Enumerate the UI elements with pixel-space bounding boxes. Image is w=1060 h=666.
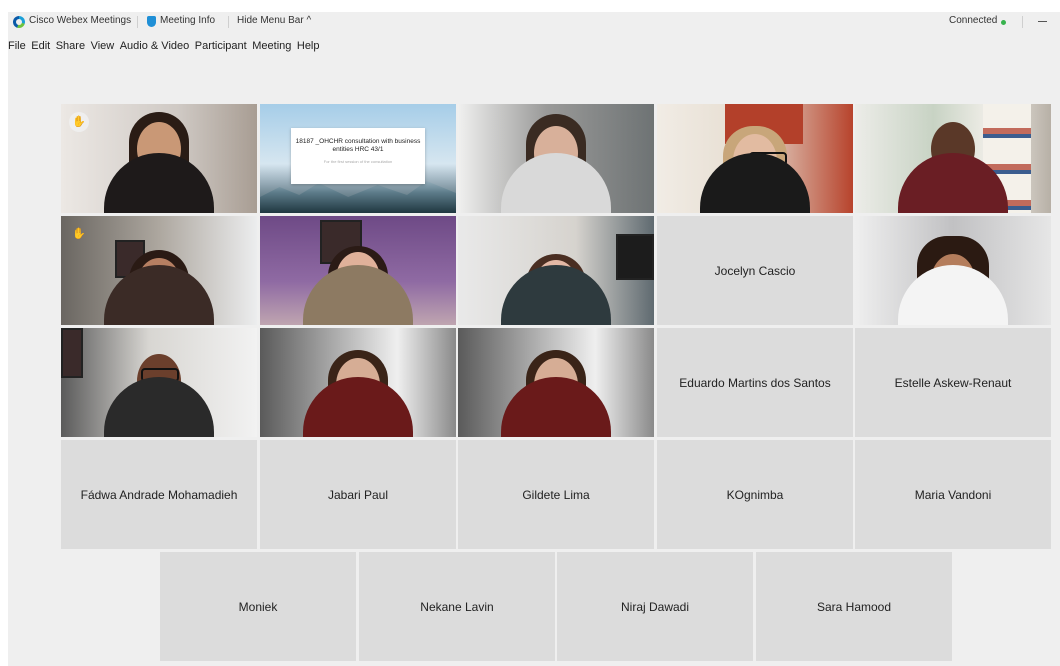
wall-picture xyxy=(61,328,83,378)
title-bar: Cisco Webex Meetings Meeting Info Hide M… xyxy=(8,12,1060,32)
connection-status: Connected xyxy=(949,15,998,26)
minimize-icon[interactable] xyxy=(1038,21,1047,22)
menu-audio-video[interactable]: Audio & Video xyxy=(120,40,190,52)
video-tile[interactable] xyxy=(260,328,456,437)
menu-share[interactable]: Share xyxy=(56,40,85,52)
participant-body xyxy=(303,265,413,325)
video-tile[interactable] xyxy=(61,328,257,437)
wall-poster xyxy=(616,234,654,280)
shield-icon[interactable] xyxy=(147,16,156,27)
title-separator xyxy=(1022,16,1023,28)
menu-file[interactable]: File xyxy=(8,40,26,52)
participant-name: Fádwa Andrade Mohamadieh xyxy=(80,487,238,502)
participant-tile[interactable]: Eduardo Martins dos Santos xyxy=(657,328,853,437)
menu-help[interactable]: Help xyxy=(297,40,320,52)
shared-content-tile[interactable]: 18187 _OHCHR consultation with business … xyxy=(260,104,456,213)
participant-tile[interactable]: Nekane Lavin xyxy=(359,552,555,661)
shared-slide-title: 18187 _OHCHR consultation with business … xyxy=(295,138,421,153)
participant-tile[interactable]: Estelle Askew-Renaut xyxy=(855,328,1051,437)
participant-tile[interactable]: Niraj Dawadi xyxy=(557,552,753,661)
participant-name: Eduardo Martins dos Santos xyxy=(679,375,831,390)
menu-participant[interactable]: Participant xyxy=(195,40,247,52)
participant-name: KOgnimba xyxy=(726,487,784,502)
video-tile[interactable] xyxy=(458,216,654,325)
raise-hand-icon: ✋ xyxy=(69,112,89,132)
app-title: Cisco Webex Meetings xyxy=(29,15,132,26)
participant-name: Gildete Lima xyxy=(522,487,590,502)
connection-indicator-icon xyxy=(1001,20,1006,25)
video-tile[interactable]: ✋ xyxy=(61,216,257,325)
participant-body xyxy=(303,377,413,437)
menu-bar: File Edit Share View Audio & Video Participan… xyxy=(8,40,325,56)
video-tile[interactable]: ✋ xyxy=(61,104,257,213)
shared-slide: 18187 _OHCHR consultation with business … xyxy=(291,128,425,184)
participant-tile[interactable]: Sara Hamood xyxy=(756,552,952,661)
raise-hand-icon: ✋ xyxy=(72,228,86,240)
shared-slide-subtitle: For the first session of the consultatio… xyxy=(323,159,393,164)
participant-name: Maria Vandoni xyxy=(914,487,992,502)
video-tile[interactable] xyxy=(458,104,654,213)
participant-name: Jabari Paul xyxy=(327,487,389,502)
video-tile[interactable] xyxy=(657,104,853,213)
title-separator xyxy=(228,16,229,28)
participant-body xyxy=(501,153,611,213)
participant-name: Sara Hamood xyxy=(816,599,892,614)
webex-logo-icon xyxy=(13,16,25,28)
participant-tile[interactable]: Jocelyn Cascio xyxy=(657,216,853,325)
participant-name: Moniek xyxy=(238,599,278,614)
participant-name: Estelle Askew-Renaut xyxy=(894,375,1012,390)
participant-body xyxy=(700,153,810,213)
participant-body xyxy=(104,377,214,437)
menu-meeting[interactable]: Meeting xyxy=(252,40,291,52)
participant-tile[interactable]: Gildete Lima xyxy=(458,440,654,549)
participant-tile[interactable]: Moniek xyxy=(160,552,356,661)
video-tile[interactable] xyxy=(855,104,1051,213)
menu-view[interactable]: View xyxy=(91,40,115,52)
participant-name: Nekane Lavin xyxy=(420,599,494,614)
participant-body xyxy=(104,153,214,213)
video-tile[interactable] xyxy=(855,216,1051,325)
participant-body xyxy=(501,377,611,437)
participant-tile[interactable]: Maria Vandoni xyxy=(855,440,1051,549)
participant-name: Niraj Dawadi xyxy=(620,599,690,614)
meeting-info-button[interactable]: Meeting Info xyxy=(160,15,215,26)
menu-edit[interactable]: Edit xyxy=(31,40,50,52)
participant-name: Jocelyn Cascio xyxy=(714,263,796,278)
participant-body xyxy=(501,265,611,325)
title-separator xyxy=(137,16,138,28)
participant-tile[interactable]: Fádwa Andrade Mohamadieh xyxy=(61,440,257,549)
video-tile[interactable] xyxy=(458,328,654,437)
hide-menu-bar-button[interactable]: Hide Menu Bar ^ xyxy=(237,15,311,26)
webex-window: Cisco Webex Meetings Meeting Info Hide M… xyxy=(8,12,1060,666)
participant-tile[interactable]: Jabari Paul xyxy=(260,440,456,549)
video-tile[interactable] xyxy=(260,216,456,325)
participant-body xyxy=(898,265,1008,325)
participant-tile[interactable]: KOgnimba xyxy=(657,440,853,549)
